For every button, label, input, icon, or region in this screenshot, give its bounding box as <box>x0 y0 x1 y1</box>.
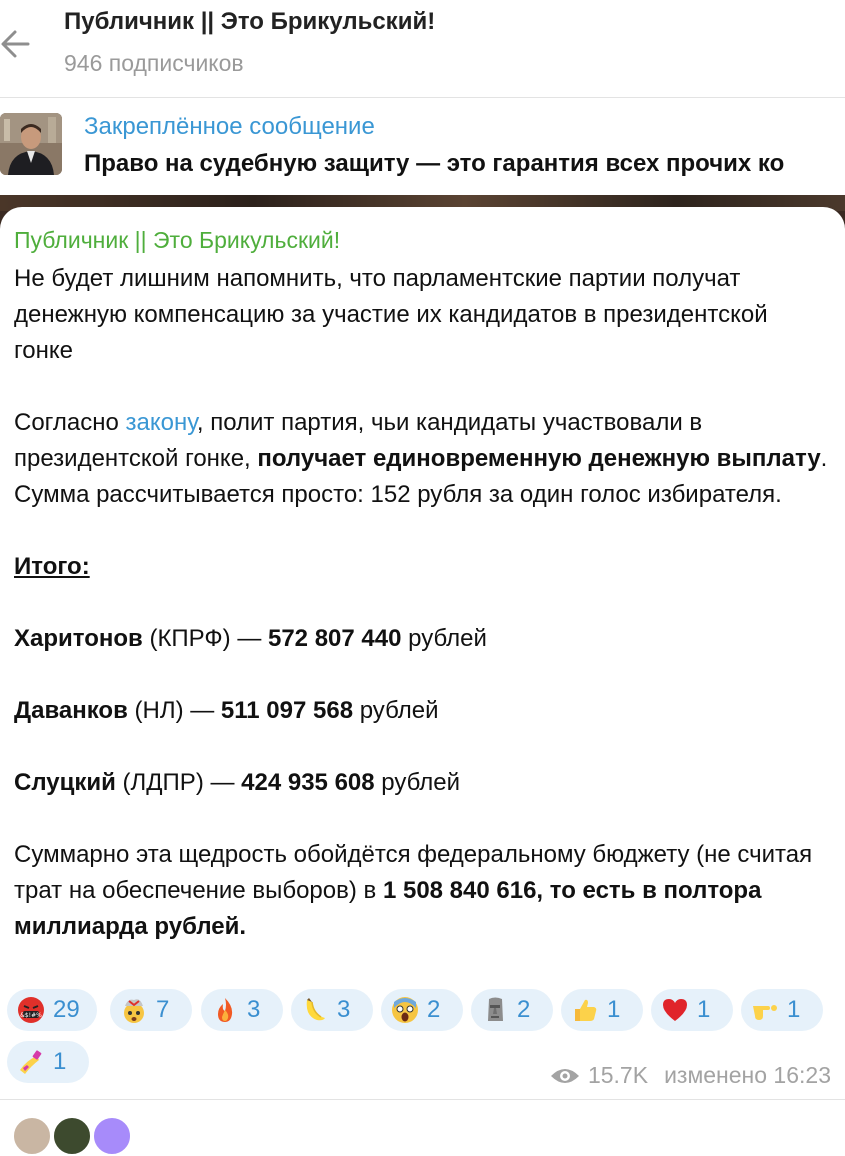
svg-text:&$!#%: &$!#% <box>20 1012 42 1019</box>
pinned-label: Закреплённое сообщение <box>84 113 375 140</box>
candidate-row: Даванков (НЛ) — 511 097 568 рублей <box>14 697 439 724</box>
reaction-chip[interactable]: 3 <box>201 989 283 1031</box>
eye-icon <box>550 1068 579 1083</box>
reaction-count: 29 <box>53 996 80 1023</box>
pinned-thumbnail <box>0 113 62 175</box>
reaction-count: 1 <box>53 1048 67 1075</box>
candidate-row: Харитонов (КПРФ) — 572 807 440 рублей <box>14 625 487 652</box>
fire-icon <box>218 998 233 1022</box>
reaction-chip[interactable]: 2 <box>471 989 553 1031</box>
reaction-chip[interactable]: 1 <box>7 1041 89 1083</box>
reaction-count: 1 <box>607 996 621 1023</box>
edited-time: изменено 16:23 <box>664 1062 831 1088</box>
message-meta: 15.7K изменено 16:23 <box>550 1062 831 1089</box>
reaction-chip[interactable]: 3 <box>291 989 373 1031</box>
view-count: 15.7K <box>587 1062 649 1088</box>
exploding-head-icon <box>124 999 144 1023</box>
message-author[interactable]: Публичник || Это Брикульский! <box>14 227 340 254</box>
reaction-chip[interactable]: 2 <box>381 989 463 1031</box>
paragraph-total: Суммарно эта щедрость обойдётся федераль… <box>14 841 813 940</box>
moai-icon <box>488 997 503 1021</box>
nail-polish-icon <box>20 1050 42 1074</box>
paragraph-law: Согласно закону, полит партия, чьи канди… <box>14 405 829 513</box>
reaction-count: 7 <box>156 996 170 1023</box>
channel-header: Публичник || Это Брикульский! 946 подпис… <box>0 0 845 97</box>
reaction-chip[interactable]: 1 <box>561 989 643 1031</box>
red-heart-icon <box>663 999 687 1021</box>
candidate-row: Слуцкий (ЛДПР) — 424 935 608 рублей <box>14 769 461 796</box>
message-text: Не будет лишним напомнить, что парламент… <box>14 261 829 945</box>
swearing-face-icon: &$!#% <box>18 997 44 1023</box>
arrow-left-icon <box>1 30 30 58</box>
reaction-chip[interactable]: &$!#% 29 <box>7 989 97 1031</box>
reaction-chip[interactable]: 1 <box>651 989 733 1031</box>
pinned-text: Право на судебную защиту — это гарантия … <box>84 150 785 177</box>
avatar <box>92 1116 132 1156</box>
law-link[interactable]: закону <box>126 409 197 436</box>
avatar <box>12 1116 52 1156</box>
reaction-count: 3 <box>337 996 351 1023</box>
banana-icon <box>306 998 325 1021</box>
pinned-message-bar[interactable]: Закреплённое сообщение Право на судебную… <box>0 98 845 195</box>
paragraph-intro: Не будет лишним напомнить, что парламент… <box>14 265 768 364</box>
screaming-face-icon <box>392 997 418 1023</box>
reaction-count: 2 <box>427 996 441 1023</box>
subscriber-count: 946 подписчиков <box>64 50 244 76</box>
pointing-hand-icon <box>753 1005 777 1020</box>
reaction-chip[interactable]: 1 <box>741 989 823 1031</box>
comments-bar[interactable] <box>0 1100 845 1156</box>
thumbs-up-icon <box>575 999 597 1021</box>
bold-fragment: получает единовременную денежную выплату <box>257 445 821 472</box>
summary-heading: Итого: <box>14 553 90 580</box>
avatar <box>52 1116 92 1156</box>
reaction-count: 1 <box>787 996 801 1023</box>
channel-title[interactable]: Публичник || Это Брикульский! <box>64 8 435 36</box>
reaction-count: 2 <box>517 996 531 1023</box>
reaction-chip[interactable]: 7 <box>110 989 192 1031</box>
text-fragment: Согласно <box>14 409 126 436</box>
back-button[interactable] <box>0 22 34 66</box>
reaction-count: 1 <box>697 996 711 1023</box>
reaction-count: 3 <box>247 996 261 1023</box>
